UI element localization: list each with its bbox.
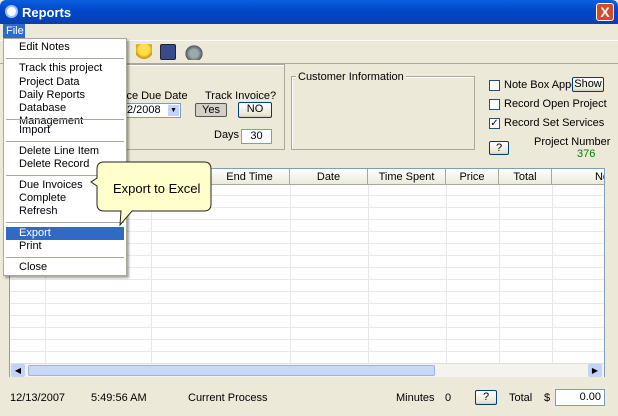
status-process: Current Process [188,392,268,404]
chevron-down-icon[interactable]: ▼ [168,105,179,116]
table-row[interactable] [10,305,604,316]
due-date-field[interactable]: 2/2008 ▼ [124,103,181,118]
callout-text: Export to Excel [113,181,201,196]
minutes-label: Minutes [396,392,435,404]
column-header-price[interactable]: Price [446,169,499,185]
record-set-label: Record Set Services [504,117,605,129]
menu-bar [0,24,618,39]
printer-icon[interactable] [184,44,204,60]
project-number-label: Project Number [534,136,611,148]
close-button[interactable]: X [596,3,614,21]
due-date-label: ice Due Date [124,90,188,102]
note-box-checkbox[interactable] [489,80,500,91]
menu-item-close[interactable]: Close [6,261,124,274]
column-header-no[interactable]: No [552,169,604,185]
menu-item-database-management[interactable]: Database Management [6,102,124,127]
status-time: 5:49:56 AM [91,392,147,404]
scroll-left-icon[interactable]: ◀ [11,364,25,377]
record-open-checkbox[interactable] [489,99,500,110]
title-bar [0,0,618,24]
scroll-right-icon[interactable]: ▶ [588,364,602,377]
currency-label: $ [544,392,551,404]
total-label: Total [509,392,533,404]
total-field[interactable]: 0.00 [555,389,605,406]
table-row[interactable] [10,317,604,328]
customer-info-panel [291,76,475,150]
table-row[interactable] [10,329,604,340]
customer-info-title: Customer Information [296,71,406,83]
column-header-time-spent[interactable]: Time Spent [368,169,446,185]
menu-separator [6,257,124,258]
menu-item-track-project[interactable]: Track this project [6,62,124,75]
menu-file[interactable]: File [3,24,25,39]
app-icon [5,5,18,18]
record-open-label: Record Open Project [504,98,607,110]
column-header-end-time[interactable]: End Time [210,169,290,185]
status-help-button[interactable]: ? [475,390,497,405]
table-row[interactable] [10,341,604,352]
project-number-value: 376 [577,148,596,160]
trophy-icon[interactable] [136,44,152,60]
file-menu-dropdown: Edit Notes Track this project Project Da… [3,38,127,276]
no-button[interactable]: NO [238,102,272,118]
minutes-value: 0 [445,392,452,404]
due-date-value: 2/2008 [127,104,161,116]
horizontal-scrollbar[interactable]: ◀ ▶ [10,363,604,377]
menu-separator [6,58,124,59]
menu-separator [6,119,124,120]
show-button[interactable]: Show [572,77,604,92]
menu-item-print[interactable]: Print [6,240,124,253]
column-header-total[interactable]: Total [499,169,552,185]
track-invoice-label: Track Invoice? [205,90,277,102]
record-set-checkbox[interactable]: ✓ [489,118,500,129]
days-label: Days [214,129,240,141]
yes-button[interactable]: Yes [195,103,227,117]
table-row[interactable] [10,281,604,292]
menu-item-delete-line-item[interactable]: Delete Line Item [6,145,124,158]
column-header-date[interactable]: Date [290,169,368,185]
calculator-icon[interactable] [160,44,176,60]
table-row[interactable] [10,293,604,304]
menu-item-edit-notes[interactable]: Edit Notes [6,41,124,54]
help-button[interactable]: ? [489,141,509,155]
menu-item-import[interactable]: Import [6,124,124,137]
menu-separator [6,141,124,142]
status-date: 12/13/2007 [10,392,66,404]
scrollbar-thumb[interactable] [28,365,435,376]
menu-item-project-data[interactable]: Project Data [6,76,124,89]
menu-item-export[interactable]: Export [6,227,124,240]
window-title: Reports [22,5,72,20]
days-field[interactable]: 30 [241,129,272,144]
menu-item-daily-reports[interactable]: Daily Reports [6,89,124,102]
